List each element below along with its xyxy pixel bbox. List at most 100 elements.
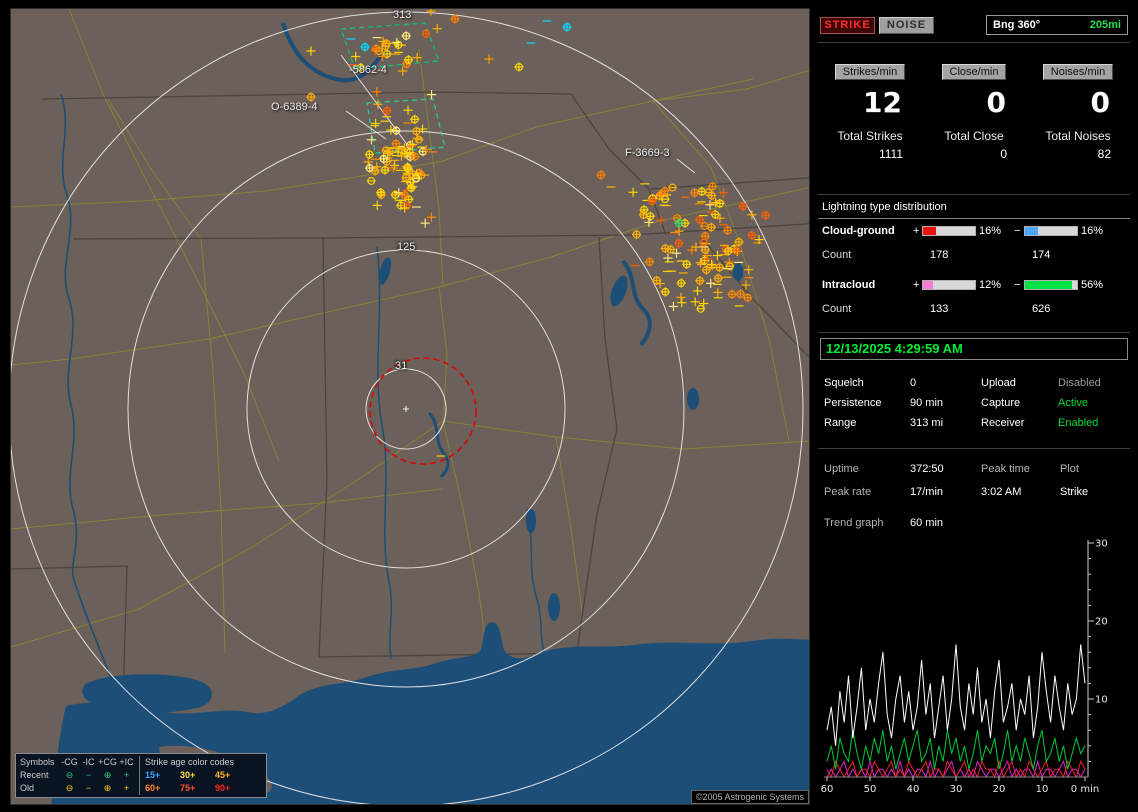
water-layer <box>51 257 809 804</box>
range-ring-label-inner: 31 <box>395 360 408 372</box>
range-label: Range <box>824 417 857 429</box>
close-per-min-button[interactable]: Close/min <box>941 64 1007 80</box>
receiver-label: Receiver <box>981 417 1025 429</box>
trend-plot <box>826 644 1086 779</box>
circle-minus-icon: ⊖ <box>65 783 74 793</box>
ic-plus-pct: 12% <box>979 279 1002 291</box>
legend-col-pos-ic: +IC <box>119 757 134 767</box>
svg-text:40: 40 <box>907 784 920 795</box>
divider <box>818 42 1130 43</box>
legend-recent-row: Recent ⊖ − ⊕ + 15+ 30+ 45+ <box>20 769 262 782</box>
rivers-layer <box>60 22 652 700</box>
total-strikes-label: Total Strikes <box>837 129 903 143</box>
storm-cell-label[interactable]: -5862-4 <box>349 64 387 76</box>
legend-symbols-header: Symbols <box>20 757 55 767</box>
divider <box>818 332 1130 333</box>
ic-minus-pct: 56% <box>1081 279 1104 291</box>
legend-old-label: Old <box>20 783 35 793</box>
range-value: 205mi <box>1089 19 1121 31</box>
divider <box>818 194 1130 195</box>
minus-sign: − <box>1014 279 1021 291</box>
minus-sign: − <box>1014 225 1021 237</box>
svg-text:30: 30 <box>1095 539 1108 550</box>
lake-pontchartrain <box>82 674 212 713</box>
stats-row: Peak rate 17/min 3:02 AM Strike <box>818 486 1130 500</box>
cg-plus-pct: 16% <box>979 225 1002 237</box>
age-badge-45: 45+ <box>215 770 231 780</box>
svg-text:20: 20 <box>1095 617 1108 628</box>
minus-icon: − <box>85 770 92 780</box>
bearing-label: Bng 360° <box>993 19 1041 31</box>
cloud-ground-row: Cloud-ground + 16% − 16% <box>818 225 1130 239</box>
strikes-per-min-button[interactable]: Strikes/min <box>834 64 906 80</box>
age-badge-15: 15+ <box>145 770 161 780</box>
plus-sign: + <box>913 279 920 291</box>
age-badge-30: 30+ <box>180 770 196 780</box>
upload-label: Upload <box>981 377 1016 389</box>
svg-text:0 min: 0 min <box>1071 784 1099 795</box>
datetime-display: 12/13/2025 4:29:59 AM <box>820 338 1128 360</box>
strikes-per-min-value: 12 <box>863 86 902 119</box>
stats-row: Uptime 372:50 Peak time Plot <box>818 463 1130 477</box>
map-canvas <box>11 9 809 804</box>
svg-text:50: 50 <box>864 784 877 795</box>
trend-label-row: Trend graph 60 min <box>818 517 1130 531</box>
bearing-range-box[interactable]: Bng 360° 205mi <box>986 15 1128 35</box>
squelch-label: Squelch <box>824 377 864 389</box>
strike-indicator[interactable]: STRIKE <box>820 17 875 34</box>
count-label: Count <box>822 249 852 261</box>
legend-old-row: Old ⊖ − ⊕ + 60+ 75+ 90+ <box>20 782 262 795</box>
distribution-title: Lightning type distribution <box>822 201 947 213</box>
status-row: Range 313 mi Receiver Enabled <box>818 417 1130 431</box>
uptime-value: 372:50 <box>910 463 944 475</box>
range-ring-label-mid: 125 <box>397 241 416 253</box>
cg-plus-count: 178 <box>930 249 949 261</box>
minus-icon: − <box>85 783 92 793</box>
cloud-ground-label: Cloud-ground <box>822 225 895 237</box>
squelch-value: 0 <box>910 377 917 389</box>
storm-cell-label[interactable]: F-3669-3 <box>625 147 670 159</box>
close-column: Close/min 0 Total Close 0 <box>922 62 1026 161</box>
svg-text:10: 10 <box>1095 695 1108 706</box>
map-display[interactable]: 313 125 31 -5862-4 O-6389-4 F-3669-3 Sym… <box>10 8 810 805</box>
trend-graph-label: Trend graph <box>824 517 884 529</box>
roads-layer <box>11 9 809 654</box>
noise-indicator[interactable]: NOISE <box>879 17 934 34</box>
legend-col-neg-ic: -IC <box>82 757 95 767</box>
noises-per-min-button[interactable]: Noises/min <box>1042 64 1114 80</box>
age-badge-90: 90+ <box>215 783 231 793</box>
receiver-status: Enabled <box>1058 417 1099 429</box>
ic-minus-bar-fill <box>1025 281 1072 289</box>
close-per-min-value: 0 <box>986 86 1006 119</box>
cg-minus-bar <box>1024 226 1078 236</box>
plot-label: Plot <box>1060 463 1079 475</box>
noises-per-min-value: 0 <box>1090 86 1110 119</box>
count-label: Count <box>822 303 852 315</box>
legend-col-neg-cg: -CG <box>61 757 78 767</box>
svg-text:20: 20 <box>993 784 1006 795</box>
legend-age-header: Strike age color codes <box>145 757 235 767</box>
status-row: Persistence 90 min Capture Active <box>818 397 1130 411</box>
plus-icon: + <box>123 770 130 780</box>
strikes-column: Strikes/min 12 Total Strikes 1111 <box>818 62 922 161</box>
storm-cell-label[interactable]: O-6389-4 <box>271 101 317 113</box>
trend-window-value: 60 min <box>910 517 944 529</box>
persistence-label: Persistence <box>824 397 882 409</box>
cg-minus-pct: 16% <box>1081 225 1104 237</box>
map-legend: Symbols -CG -IC +CG +IC Strike age color… <box>15 753 267 798</box>
total-close-label: Total Close <box>944 129 1004 143</box>
trend-graph: 10 20 30 60 50 40 30 20 10 0 min <box>821 539 1108 796</box>
age-badge-60: 60+ <box>145 783 161 793</box>
cg-minus-bar-fill <box>1025 227 1039 235</box>
peak-time-label: Peak time <box>981 463 1030 475</box>
ic-plus-bar-fill <box>923 281 933 289</box>
total-noises-label: Total Noises <box>1045 129 1111 143</box>
range-ring-label-outer: 313 <box>393 9 412 21</box>
peak-rate-label: Peak rate <box>824 486 872 498</box>
cg-minus-count: 174 <box>1032 249 1051 261</box>
intracloud-label: Intracloud <box>822 279 876 291</box>
circle-plus-icon: ⊕ <box>103 770 112 780</box>
right-panel: STRIKE NOISE Bng 360° 205mi Strikes/min … <box>818 8 1130 805</box>
status-row: Squelch 0 Upload Disabled <box>818 377 1130 391</box>
circle-minus-icon: ⊖ <box>65 770 74 780</box>
